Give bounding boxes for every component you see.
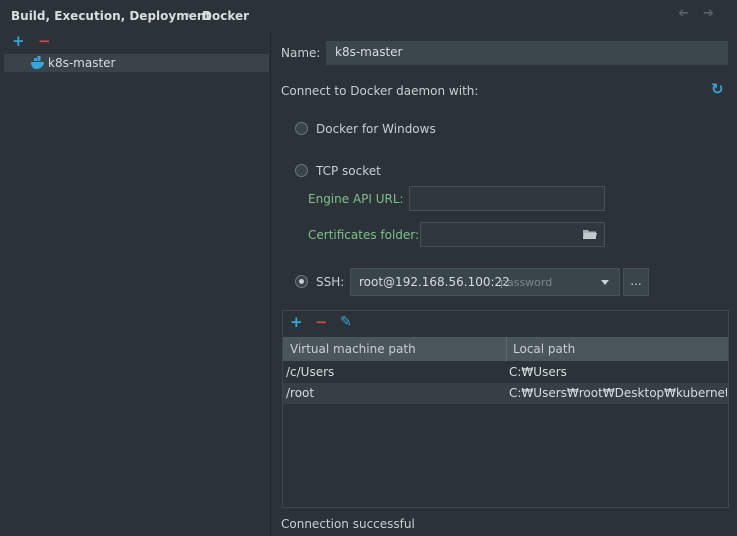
name-label: Name: — [281, 46, 321, 60]
certificates-folder-input[interactable] — [420, 222, 605, 247]
path-mappings-table: + − ✎ Virtual machine path Local path /c… — [282, 310, 729, 508]
radio-docker-for-windows[interactable] — [295, 122, 308, 135]
folder-icon[interactable] — [583, 229, 597, 240]
vm-path-cell: /root — [286, 386, 315, 400]
breadcrumb-docker: Docker — [202, 9, 250, 23]
header: Build, Execution, Deployment › Docker ➔ … — [0, 0, 737, 32]
edit-mapping-icon[interactable]: ✎ — [340, 314, 352, 330]
left-pane — [0, 32, 270, 536]
docker-for-windows-label[interactable]: Docker for Windows — [316, 122, 436, 136]
table-row[interactable]: /c/Users C:₩Users — [283, 362, 728, 383]
chevron-down-icon — [601, 280, 609, 285]
ssh-config-dropdown[interactable]: root@192.168.56.100:22 password — [350, 268, 620, 296]
add-button[interactable]: + — [12, 32, 25, 50]
tcp-socket-label[interactable]: TCP socket — [316, 164, 381, 178]
breadcrumb-build[interactable]: Build, Execution, Deployment — [11, 9, 211, 23]
connection-status: Connection successful — [281, 517, 415, 531]
pane-divider[interactable] — [270, 32, 271, 536]
forward-arrow-icon[interactable]: ➔ — [703, 6, 714, 21]
table-header: Virtual machine path Local path — [283, 337, 728, 361]
name-field-value: k8s-master — [335, 45, 403, 59]
docker-whale-icon — [31, 56, 44, 69]
add-mapping-button[interactable]: + — [290, 313, 303, 331]
engine-api-url-label: Engine API URL: — [308, 192, 404, 206]
column-vm-path[interactable]: Virtual machine path — [290, 342, 416, 356]
column-local-path[interactable]: Local path — [513, 342, 575, 356]
ssh-label[interactable]: SSH: — [316, 275, 344, 289]
table-row[interactable]: /root C:₩Users₩root₩Desktop₩kubernetes_.… — [283, 383, 728, 404]
radio-tcp-socket[interactable] — [295, 164, 308, 177]
local-path-cell: C:₩Users — [509, 365, 567, 379]
tree-item-k8s-master[interactable]: k8s-master — [4, 54, 269, 72]
connect-label: Connect to Docker daemon with: — [281, 84, 479, 98]
remove-button[interactable]: − — [38, 32, 51, 50]
ssh-host-value: root@192.168.56.100:22 — [359, 275, 510, 289]
ssh-auth-value: password — [500, 276, 553, 289]
tree-item-label: k8s-master — [48, 56, 116, 70]
browse-ssh-button[interactable]: ... — [623, 268, 649, 296]
back-arrow-icon[interactable]: ➔ — [678, 6, 689, 21]
column-divider[interactable] — [506, 337, 507, 361]
remove-mapping-button[interactable]: − — [315, 313, 328, 331]
vm-path-cell: /c/Users — [286, 365, 335, 379]
breadcrumb-separator: › — [186, 8, 191, 22]
radio-ssh[interactable] — [295, 275, 308, 288]
name-field[interactable]: k8s-master — [326, 41, 728, 65]
local-path-cell: C:₩Users₩root₩Desktop₩kubernetes_... — [509, 386, 727, 400]
refresh-icon[interactable]: ↻ — [711, 80, 724, 98]
certificates-folder-label: Certificates folder: — [308, 228, 420, 242]
engine-api-url-input[interactable] — [409, 186, 605, 211]
